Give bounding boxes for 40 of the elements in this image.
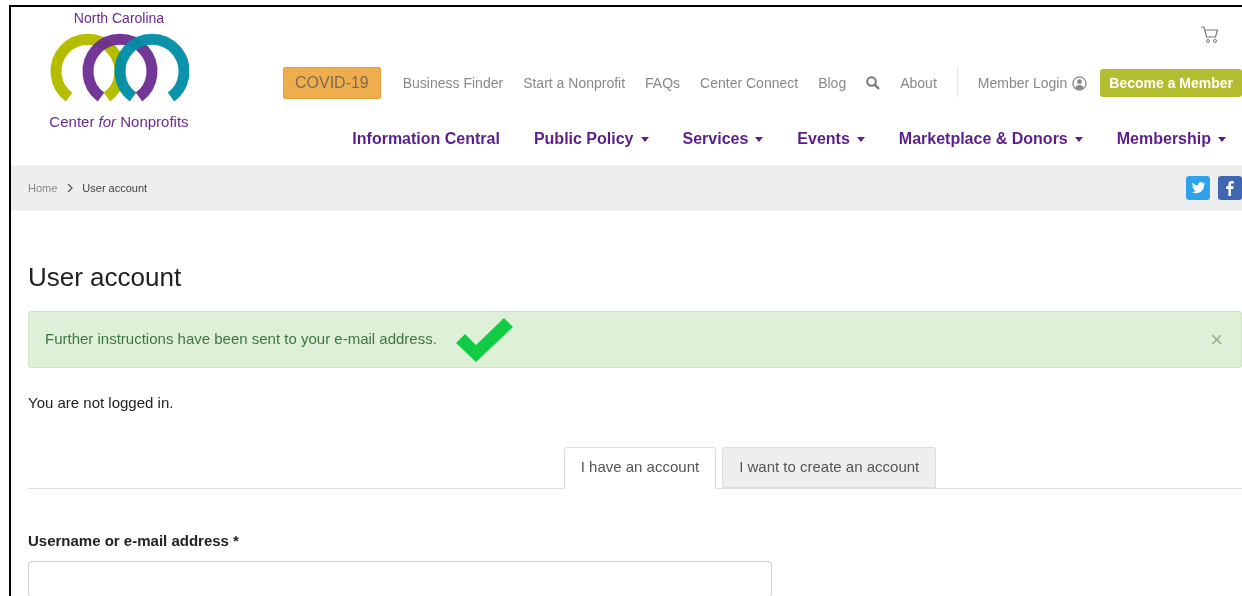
nav-link[interactable]: Business Finder [402, 72, 504, 94]
logo-text: North Carolina [73, 9, 165, 27]
caret-icon [640, 136, 649, 142]
logo-rings-icon [49, 31, 189, 103]
cart-icon[interactable] [1200, 25, 1220, 45]
field-label: Username or e-mail address * [28, 530, 240, 551]
nav-link[interactable]: Center Connect [700, 72, 799, 94]
caret-icon [1074, 136, 1083, 142]
nav-link[interactable]: Blog [818, 72, 847, 94]
nav-link[interactable]: Start a Nonprofit [523, 72, 626, 94]
main-nav-link[interactable]: Membership [1116, 127, 1226, 151]
user-icon [1072, 75, 1088, 91]
logo-text: Center for Nonprofits [49, 112, 189, 132]
nav-link[interactable]: About [900, 72, 937, 94]
caret-icon [755, 136, 764, 142]
breadcrumb-current: User account [82, 180, 148, 196]
covid-link[interactable]: COVID-19 [282, 67, 381, 99]
become-member-button[interactable]: Become a Member [1100, 69, 1242, 97]
caret-icon [1218, 136, 1226, 142]
main-nav-link[interactable]: Services [682, 127, 764, 151]
caret-icon [856, 136, 865, 142]
twitter-icon[interactable] [1186, 176, 1210, 200]
breadcrumb-link[interactable]: Home [28, 179, 58, 197]
main-nav-link[interactable]: Marketplace & Donors [898, 127, 1083, 151]
tab[interactable]: I have an account [563, 446, 717, 489]
search-icon[interactable] [866, 76, 881, 90]
main-nav-link[interactable]: Information Central [352, 127, 500, 151]
chevron-icon [67, 183, 75, 193]
page-title: User account [28, 261, 183, 293]
login-link[interactable]: Member Login [977, 72, 1088, 94]
alert-message: Further instructions have been sent to your e-mail address. [45, 329, 437, 350]
nav-link[interactable]: FAQs [645, 72, 681, 94]
tab[interactable]: I want to create an account [722, 446, 937, 488]
facebook-icon[interactable] [1218, 176, 1242, 200]
main-nav-link[interactable]: Public Policy [533, 127, 649, 151]
checkmark-icon [454, 316, 515, 363]
close-button[interactable]: × [1210, 328, 1223, 351]
status-text: You are not logged in. [28, 393, 175, 413]
main-nav-link[interactable]: Events [797, 127, 865, 151]
username-field[interactable] [28, 561, 772, 596]
